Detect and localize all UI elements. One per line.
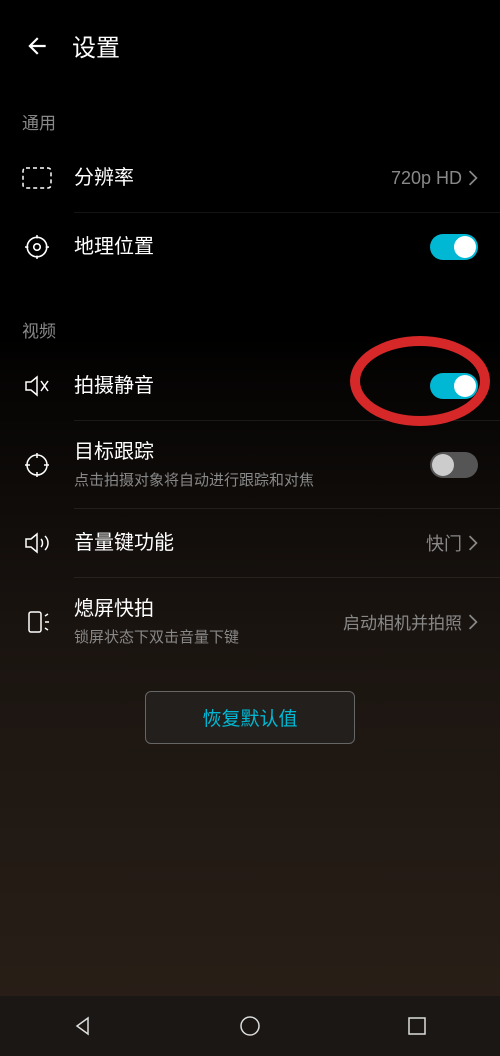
tracking-subtitle: 点击拍摄对象将自动进行跟踪和对焦 [74, 469, 430, 490]
square-recent-icon [407, 1016, 427, 1036]
quick-snap-subtitle: 锁屏状态下双击音量下键 [74, 626, 343, 647]
row-resolution[interactable]: 分辨率 720p HD [0, 144, 500, 212]
reset-defaults-button[interactable]: 恢复默认值 [145, 691, 354, 744]
row-quick-snap[interactable]: 熄屏快拍 锁屏状态下双击音量下键 启动相机并拍照 [0, 578, 500, 665]
mute-title: 拍摄静音 [74, 373, 430, 399]
navigation-bar [0, 996, 500, 1056]
nav-back-button[interactable] [43, 1006, 123, 1046]
target-icon [22, 450, 52, 480]
section-video-label: 视频 [0, 295, 500, 352]
section-general-label: 通用 [0, 87, 500, 144]
location-title: 地理位置 [74, 234, 430, 260]
resolution-value: 720p HD [391, 168, 462, 189]
quick-snap-title: 熄屏快拍 [74, 596, 343, 622]
nav-home-button[interactable] [210, 1006, 290, 1046]
chevron-right-icon [468, 614, 478, 630]
page-title: 设置 [72, 28, 120, 63]
location-icon [22, 232, 52, 262]
mute-icon [22, 371, 52, 401]
row-mute[interactable]: 拍摄静音 [0, 352, 500, 420]
row-tracking[interactable]: 目标跟踪 点击拍摄对象将自动进行跟踪和对焦 [0, 421, 500, 508]
triangle-back-icon [72, 1015, 94, 1037]
nav-recent-button[interactable] [377, 1006, 457, 1046]
arrow-left-icon [24, 33, 50, 59]
quick-snap-value: 启动相机并拍照 [343, 609, 462, 634]
volume-key-title: 音量键功能 [74, 530, 426, 556]
resolution-icon [22, 163, 52, 193]
resolution-title: 分辨率 [74, 165, 391, 191]
chevron-right-icon [468, 170, 478, 186]
chevron-right-icon [468, 535, 478, 551]
row-volume-key[interactable]: 音量键功能 快门 [0, 509, 500, 577]
tracking-toggle[interactable] [430, 452, 478, 478]
speaker-icon [22, 528, 52, 558]
row-location[interactable]: 地理位置 [0, 213, 500, 281]
back-button[interactable] [22, 31, 52, 61]
location-toggle[interactable] [430, 234, 478, 260]
circle-home-icon [239, 1015, 261, 1037]
header: 设置 [0, 0, 500, 87]
tracking-title: 目标跟踪 [74, 439, 430, 465]
mute-toggle[interactable] [430, 373, 478, 399]
quick-snap-icon [22, 607, 52, 637]
volume-key-value: 快门 [426, 530, 462, 556]
